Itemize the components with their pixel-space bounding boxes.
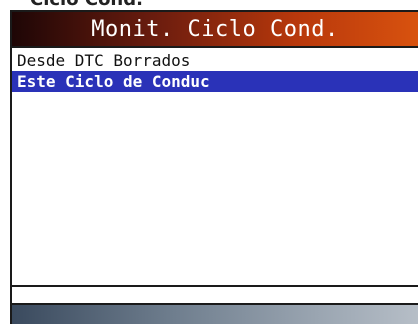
status-area (12, 287, 418, 305)
bottom-bar (12, 305, 418, 324)
menu-item-label: Este Ciclo de Conduc (17, 72, 210, 91)
cropped-header-text: Ciclo Cond. (30, 0, 143, 10)
menu-item-this-drive-cycle[interactable]: Este Ciclo de Conduc (12, 71, 418, 92)
scan-tool-screen: Monit. Ciclo Cond. Desde DTC Borrados Es… (10, 10, 418, 324)
title-bar: Monit. Ciclo Cond. (12, 12, 418, 46)
screen-title: Monit. Ciclo Cond. (91, 16, 339, 42)
menu-item-since-dtc-cleared[interactable]: Desde DTC Borrados (12, 50, 418, 71)
menu-item-label: Desde DTC Borrados (17, 51, 191, 70)
device-screenshot: Ciclo Cond. Monit. Ciclo Cond. Desde DTC… (0, 0, 418, 324)
menu-list: Desde DTC Borrados Este Ciclo de Conduc (12, 46, 418, 287)
